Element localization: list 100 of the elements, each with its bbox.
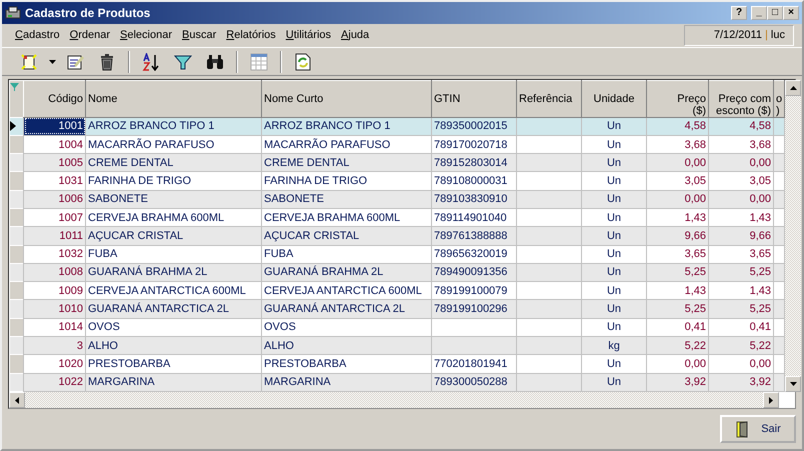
sort-az-icon[interactable]	[142, 52, 160, 70]
table-cell: OVOS	[262, 318, 432, 336]
table-cell: 0,41	[708, 318, 774, 336]
maximize-button[interactable]: □	[767, 6, 783, 20]
menu-item[interactable]: Selecionar	[115, 26, 177, 45]
table-cell: 0,00	[646, 154, 708, 172]
menu-item[interactable]: Ajuda	[336, 26, 374, 45]
table-cell: 5,25	[646, 300, 708, 318]
table-cell: ALHO	[262, 336, 432, 355]
table-cell: Un	[582, 172, 646, 190]
table-cell: 789152803014	[432, 154, 516, 172]
column-header[interactable]: Nome Curto	[262, 80, 432, 118]
table-cell: ARROZ BRANCO TIPO 1	[86, 117, 262, 136]
table-cell: 3,92	[708, 373, 774, 392]
help-button[interactable]: ?	[731, 6, 747, 20]
table-cell: 1001	[24, 117, 86, 136]
filter-icon[interactable]	[174, 54, 192, 70]
filter-icon	[10, 83, 19, 92]
table-cell: MARGARINA	[86, 373, 262, 392]
menu-item[interactable]: Cadastro	[10, 26, 65, 45]
table-cell: 1010	[24, 300, 86, 318]
edit-document-icon[interactable]	[66, 52, 84, 70]
table-cell: PRESTOBARBA	[86, 354, 262, 374]
scroll-left-icon[interactable]	[15, 396, 19, 404]
column-header[interactable]: Referência	[516, 80, 582, 118]
table-cell: FUBA	[262, 245, 432, 264]
table-cell: Un	[582, 154, 646, 172]
column-header[interactable]: Unidade	[582, 80, 646, 118]
table-cell: GUARANÁ ANTARCTICA 2L	[262, 300, 432, 318]
table-cell: CREME DENTAL	[262, 154, 432, 172]
table-cell: 1005	[24, 154, 86, 172]
session-info: 7/12/2011 | luc	[684, 25, 794, 46]
scroll-down-icon[interactable]	[790, 382, 796, 386]
table-cell: 789350002015	[432, 117, 516, 136]
table-cell: 0,00	[708, 354, 774, 374]
table-cell: 3	[24, 336, 86, 355]
table-cell: Un	[582, 190, 646, 208]
column-header[interactable]: Preço com esconto ($)	[708, 80, 774, 118]
menu-item[interactable]: Utilitários	[280, 26, 336, 45]
menu-item[interactable]: Relatórios	[221, 26, 281, 45]
caret-icon[interactable]	[48, 60, 56, 64]
menu-item[interactable]: Buscar	[177, 26, 222, 45]
table-cell: 5,25	[708, 300, 774, 318]
column-header[interactable]: o )	[774, 80, 784, 118]
column-header[interactable]: Código	[24, 80, 86, 118]
scroll-up-icon[interactable]	[790, 86, 796, 90]
table-cell: 0,00	[708, 154, 774, 172]
vertical-scrollbar[interactable]	[785, 80, 801, 392]
table-cell: 1020	[24, 354, 86, 374]
new-document-icon[interactable]	[20, 52, 38, 70]
table-cell: AÇUCAR CRISTAL	[262, 226, 432, 246]
table-cell: Un	[582, 318, 646, 336]
table-cell: 4,58	[708, 117, 774, 136]
table-cell: FARINHA DE TRIGO	[86, 172, 262, 190]
table-cell: Un	[582, 245, 646, 264]
table-cell: 5,22	[708, 336, 774, 355]
table-cell: 1006	[24, 190, 86, 208]
table-cell: MARGARINA	[262, 373, 432, 392]
app-icon	[5, 5, 21, 21]
binoculars-icon[interactable]	[206, 54, 224, 70]
table-cell: AÇUCAR CRISTAL	[86, 226, 262, 246]
table-cell: 1014	[24, 318, 86, 336]
table-cell: 3,65	[646, 245, 708, 264]
table-cell: 9,66	[646, 226, 708, 246]
column-header[interactable]: GTIN	[432, 80, 516, 118]
table-cell: 1031	[24, 172, 86, 190]
table-cell: OVOS	[86, 318, 262, 336]
table-cell: 9,66	[708, 226, 774, 246]
table-cell: 4,58	[646, 117, 708, 136]
table-cell: Un	[582, 300, 646, 318]
horizontal-scrollbar[interactable]	[9, 392, 779, 408]
table-cell: SABONETE	[262, 190, 432, 208]
close-button[interactable]: ×	[783, 6, 799, 20]
table-cell: 770201801941	[432, 354, 516, 374]
table-cell: CREME DENTAL	[86, 154, 262, 172]
table-cell: SABONETE	[86, 190, 262, 208]
table-cell: FARINHA DE TRIGO	[262, 172, 432, 190]
scroll-right-icon[interactable]	[769, 396, 773, 404]
column-header[interactable]: Nome	[86, 80, 262, 118]
trash-icon[interactable]	[99, 52, 115, 70]
table-cell: 5,22	[646, 336, 708, 355]
table-cell: 1008	[24, 263, 86, 282]
table-cell: 789490091356	[432, 263, 516, 282]
table-cell: Un	[582, 263, 646, 282]
table-cell: 3,05	[708, 172, 774, 190]
refresh-document-icon[interactable]	[295, 52, 311, 70]
table-cell: 789103830910	[432, 190, 516, 208]
column-header[interactable]: Preço ($)	[646, 80, 708, 118]
exit-button[interactable]: Sair	[720, 415, 796, 443]
table-cell: 3,65	[708, 245, 774, 264]
table-cell: 3,05	[646, 172, 708, 190]
table-cell: ALHO	[86, 336, 262, 355]
grid-icon[interactable]	[250, 52, 268, 70]
table-cell: ARROZ BRANCO TIPO 1	[262, 117, 432, 136]
minimize-button[interactable]: _	[751, 6, 767, 20]
menu-item[interactable]: Ordenar	[64, 26, 116, 45]
table-cell: 789300050288	[432, 373, 516, 392]
table-cell: 789199100296	[432, 300, 516, 318]
table-cell: 1022	[24, 373, 86, 392]
table-cell: Un	[582, 373, 646, 392]
